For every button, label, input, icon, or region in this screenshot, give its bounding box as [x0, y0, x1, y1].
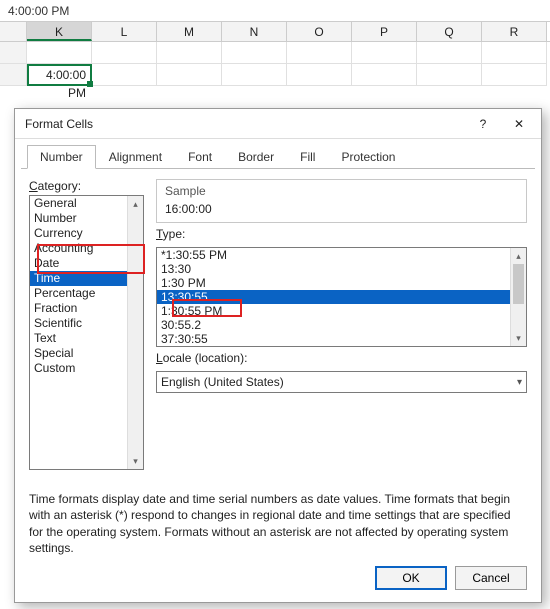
locale-label: Locale (location): [156, 351, 527, 365]
ok-button[interactable]: OK [375, 566, 447, 590]
cell[interactable] [352, 64, 417, 86]
cell[interactable] [157, 64, 222, 86]
cell[interactable] [482, 64, 547, 86]
col-header[interactable]: L [92, 22, 157, 41]
formula-bar[interactable]: 4:00:00 PM [0, 0, 550, 22]
cell[interactable] [417, 42, 482, 64]
locale-select[interactable]: English (United States) ▾ [156, 371, 527, 393]
category-item[interactable]: General [30, 196, 127, 211]
sample-box: Sample 16:00:00 [156, 179, 527, 223]
cell[interactable] [92, 42, 157, 64]
tab-border[interactable]: Border [225, 145, 287, 168]
type-label: Type: [156, 227, 527, 241]
type-item[interactable]: 13:30 [157, 262, 510, 276]
cell[interactable] [92, 64, 157, 86]
tab-content: Category: GeneralNumberCurrencyAccountin… [15, 169, 541, 556]
format-cells-dialog: Format Cells ? ✕ Number Alignment Font B… [14, 108, 542, 603]
cell[interactable] [222, 42, 287, 64]
dialog-title: Format Cells [25, 117, 465, 131]
category-listbox[interactable]: GeneralNumberCurrencyAccountingDateTimeP… [29, 195, 144, 470]
category-item[interactable]: Currency [30, 226, 127, 241]
close-icon: ✕ [514, 117, 524, 131]
category-item[interactable]: Special [30, 346, 127, 361]
col-header-blank [0, 22, 27, 41]
cell[interactable] [287, 64, 352, 86]
cell[interactable] [222, 64, 287, 86]
tabs: Number Alignment Font Border Fill Protec… [21, 143, 535, 169]
sample-label: Sample [165, 184, 518, 198]
col-header[interactable]: Q [417, 22, 482, 41]
tab-fill[interactable]: Fill [287, 145, 328, 168]
type-item[interactable]: 13:30:55 [157, 290, 510, 304]
category-item[interactable]: Date [30, 256, 127, 271]
titlebar: Format Cells ? ✕ [15, 109, 541, 139]
col-header[interactable]: O [287, 22, 352, 41]
type-item[interactable]: *1:30:55 PM [157, 248, 510, 262]
category-item[interactable]: Time [30, 271, 127, 286]
type-item[interactable]: 1:30 PM [157, 276, 510, 290]
row-header[interactable] [0, 42, 27, 64]
cancel-button[interactable]: Cancel [455, 566, 527, 590]
scrollbar[interactable]: ▴ ▾ [127, 196, 143, 469]
category-item[interactable]: Number [30, 211, 127, 226]
tab-number[interactable]: Number [27, 145, 96, 169]
scroll-up-icon[interactable]: ▴ [128, 196, 143, 212]
chevron-down-icon: ▾ [517, 377, 522, 388]
grid-row: 4:00:00 PM [0, 64, 550, 86]
scroll-down-icon[interactable]: ▾ [511, 330, 526, 346]
cell[interactable] [27, 42, 92, 64]
right-column: Sample 16:00:00 Type: *1:30:55 PM13:301:… [156, 179, 527, 477]
cell[interactable] [287, 42, 352, 64]
col-header[interactable]: P [352, 22, 417, 41]
scrollbar[interactable]: ▴ ▾ [510, 248, 526, 346]
type-item[interactable]: 30:55.2 [157, 318, 510, 332]
button-row: OK Cancel [15, 556, 541, 602]
category-item[interactable]: Scientific [30, 316, 127, 331]
category-item[interactable]: Accounting [30, 241, 127, 256]
column-headers: K L M N O P Q R [0, 22, 550, 42]
close-button[interactable]: ✕ [501, 110, 537, 138]
scroll-down-icon[interactable]: ▾ [128, 453, 143, 469]
category-label: Category: [29, 179, 144, 193]
col-header[interactable]: K [27, 22, 92, 41]
grid-row [0, 42, 550, 64]
row-header[interactable] [0, 64, 27, 86]
selected-cell[interactable]: 4:00:00 PM [27, 64, 92, 86]
category-item[interactable]: Text [30, 331, 127, 346]
type-item[interactable]: 1:30:55 PM [157, 304, 510, 318]
category-item[interactable]: Percentage [30, 286, 127, 301]
col-header[interactable]: R [482, 22, 547, 41]
tab-alignment[interactable]: Alignment [96, 145, 175, 168]
cell[interactable] [352, 42, 417, 64]
help-button[interactable]: ? [465, 110, 501, 138]
help-icon: ? [480, 117, 487, 131]
category-item[interactable]: Fraction [30, 301, 127, 316]
cell[interactable] [157, 42, 222, 64]
col-header[interactable]: N [222, 22, 287, 41]
cell[interactable] [417, 64, 482, 86]
locale-value: English (United States) [161, 375, 284, 389]
scroll-thumb[interactable] [513, 264, 524, 304]
tab-font[interactable]: Font [175, 145, 225, 168]
sample-value: 16:00:00 [165, 202, 518, 216]
tab-protection[interactable]: Protection [328, 145, 408, 168]
type-listbox[interactable]: *1:30:55 PM13:301:30 PM13:30:551:30:55 P… [156, 247, 527, 347]
col-header[interactable]: M [157, 22, 222, 41]
category-column: Category: GeneralNumberCurrencyAccountin… [29, 179, 144, 477]
category-item[interactable]: Custom [30, 361, 127, 376]
scroll-up-icon[interactable]: ▴ [511, 248, 526, 264]
cell[interactable] [482, 42, 547, 64]
description-text: Time formats display date and time seria… [29, 491, 527, 556]
type-item[interactable]: 37:30:55 [157, 332, 510, 346]
